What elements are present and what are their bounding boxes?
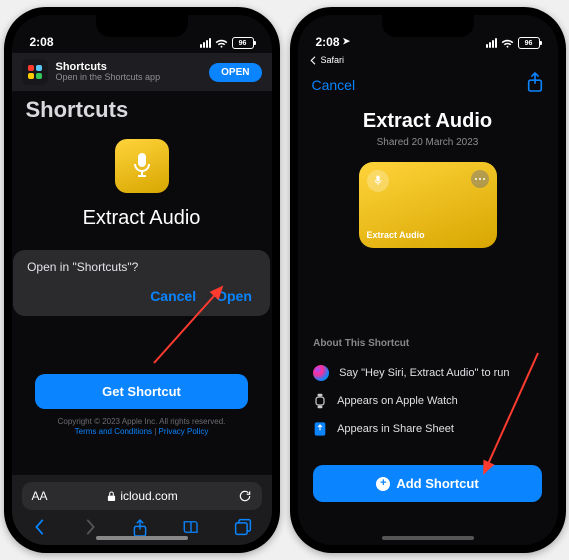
shortcuts-app-icon — [22, 59, 48, 85]
footer: Copyright © 2023 Apple Inc. All rights r… — [58, 417, 226, 438]
terms-link[interactable]: Terms and Conditions — [75, 427, 152, 436]
wifi-icon — [501, 39, 514, 48]
dialog-cancel-button[interactable]: Cancel — [150, 288, 196, 304]
siri-icon — [313, 365, 329, 381]
share-button[interactable] — [526, 71, 544, 98]
more-icon[interactable] — [471, 170, 489, 188]
home-indicator — [382, 536, 474, 540]
preview-label: Extract Audio — [367, 230, 489, 240]
forward-icon — [82, 518, 98, 536]
privacy-link[interactable]: Privacy Policy — [159, 427, 209, 436]
wifi-icon — [215, 39, 228, 48]
signal-icon — [200, 38, 211, 48]
app-store-banner[interactable]: Shortcuts Open in the Shortcuts app OPEN — [12, 53, 272, 91]
status-time: 2:08 — [316, 35, 340, 49]
share-sheet-icon — [313, 421, 327, 437]
signal-icon — [486, 38, 497, 48]
add-shortcut-button[interactable]: + Add Shortcut — [313, 465, 542, 502]
bookmarks-icon[interactable] — [182, 518, 200, 536]
watch-icon — [313, 393, 327, 409]
battery-icon: 96 — [232, 37, 254, 49]
banner-open-button[interactable]: OPEN — [209, 63, 261, 82]
lock-icon — [107, 491, 116, 502]
plus-icon: + — [376, 477, 390, 491]
open-in-dialog: Open in "Shortcuts"? Cancel Open — [13, 250, 270, 316]
about-row-share: Appears in Share Sheet — [313, 415, 542, 443]
status-time: 2:08 — [30, 35, 54, 49]
location-icon: ➤ — [343, 36, 351, 47]
phone-right: 2:08 ➤ 96 Safari Cancel Extract Audio — [290, 7, 566, 553]
back-to-safari[interactable]: Safari — [298, 53, 558, 65]
notch — [382, 15, 474, 37]
shortcut-icon — [115, 139, 169, 193]
shortcut-title: Extract Audio — [363, 110, 492, 133]
url-bar[interactable]: AA icloud.com — [22, 482, 262, 510]
reload-icon[interactable] — [238, 489, 252, 503]
microphone-icon — [367, 170, 389, 192]
aa-button[interactable]: AA — [32, 489, 48, 503]
url-domain: icloud.com — [120, 489, 177, 503]
safari-bar: AA icloud.com — [12, 475, 272, 545]
notch — [96, 15, 188, 37]
dialog-message: Open in "Shortcuts"? — [27, 260, 256, 274]
page-title: Shortcuts — [12, 91, 272, 131]
home-indicator — [96, 536, 188, 540]
phone-left: 2:08 96 Shortcuts Open in the Shortcuts … — [4, 7, 280, 553]
share-icon[interactable] — [132, 518, 148, 538]
about-row-watch: Appears on Apple Watch — [313, 387, 542, 415]
shortcut-preview-card[interactable]: Extract Audio — [359, 162, 497, 248]
battery-icon: 96 — [518, 37, 540, 49]
get-shortcut-button[interactable]: Get Shortcut — [35, 374, 248, 409]
shared-date: Shared 20 March 2023 — [377, 137, 479, 148]
dialog-open-button[interactable]: Open — [216, 288, 252, 304]
about-heading: About This Shortcut — [313, 338, 542, 349]
banner-subtitle: Open in the Shortcuts app — [56, 73, 202, 83]
back-icon[interactable] — [32, 518, 48, 536]
cancel-button[interactable]: Cancel — [312, 77, 356, 93]
tabs-icon[interactable] — [234, 518, 252, 536]
about-row-siri: Say "Hey Siri, Extract Audio" to run — [313, 359, 542, 387]
shortcut-name: Extract Audio — [83, 207, 201, 230]
